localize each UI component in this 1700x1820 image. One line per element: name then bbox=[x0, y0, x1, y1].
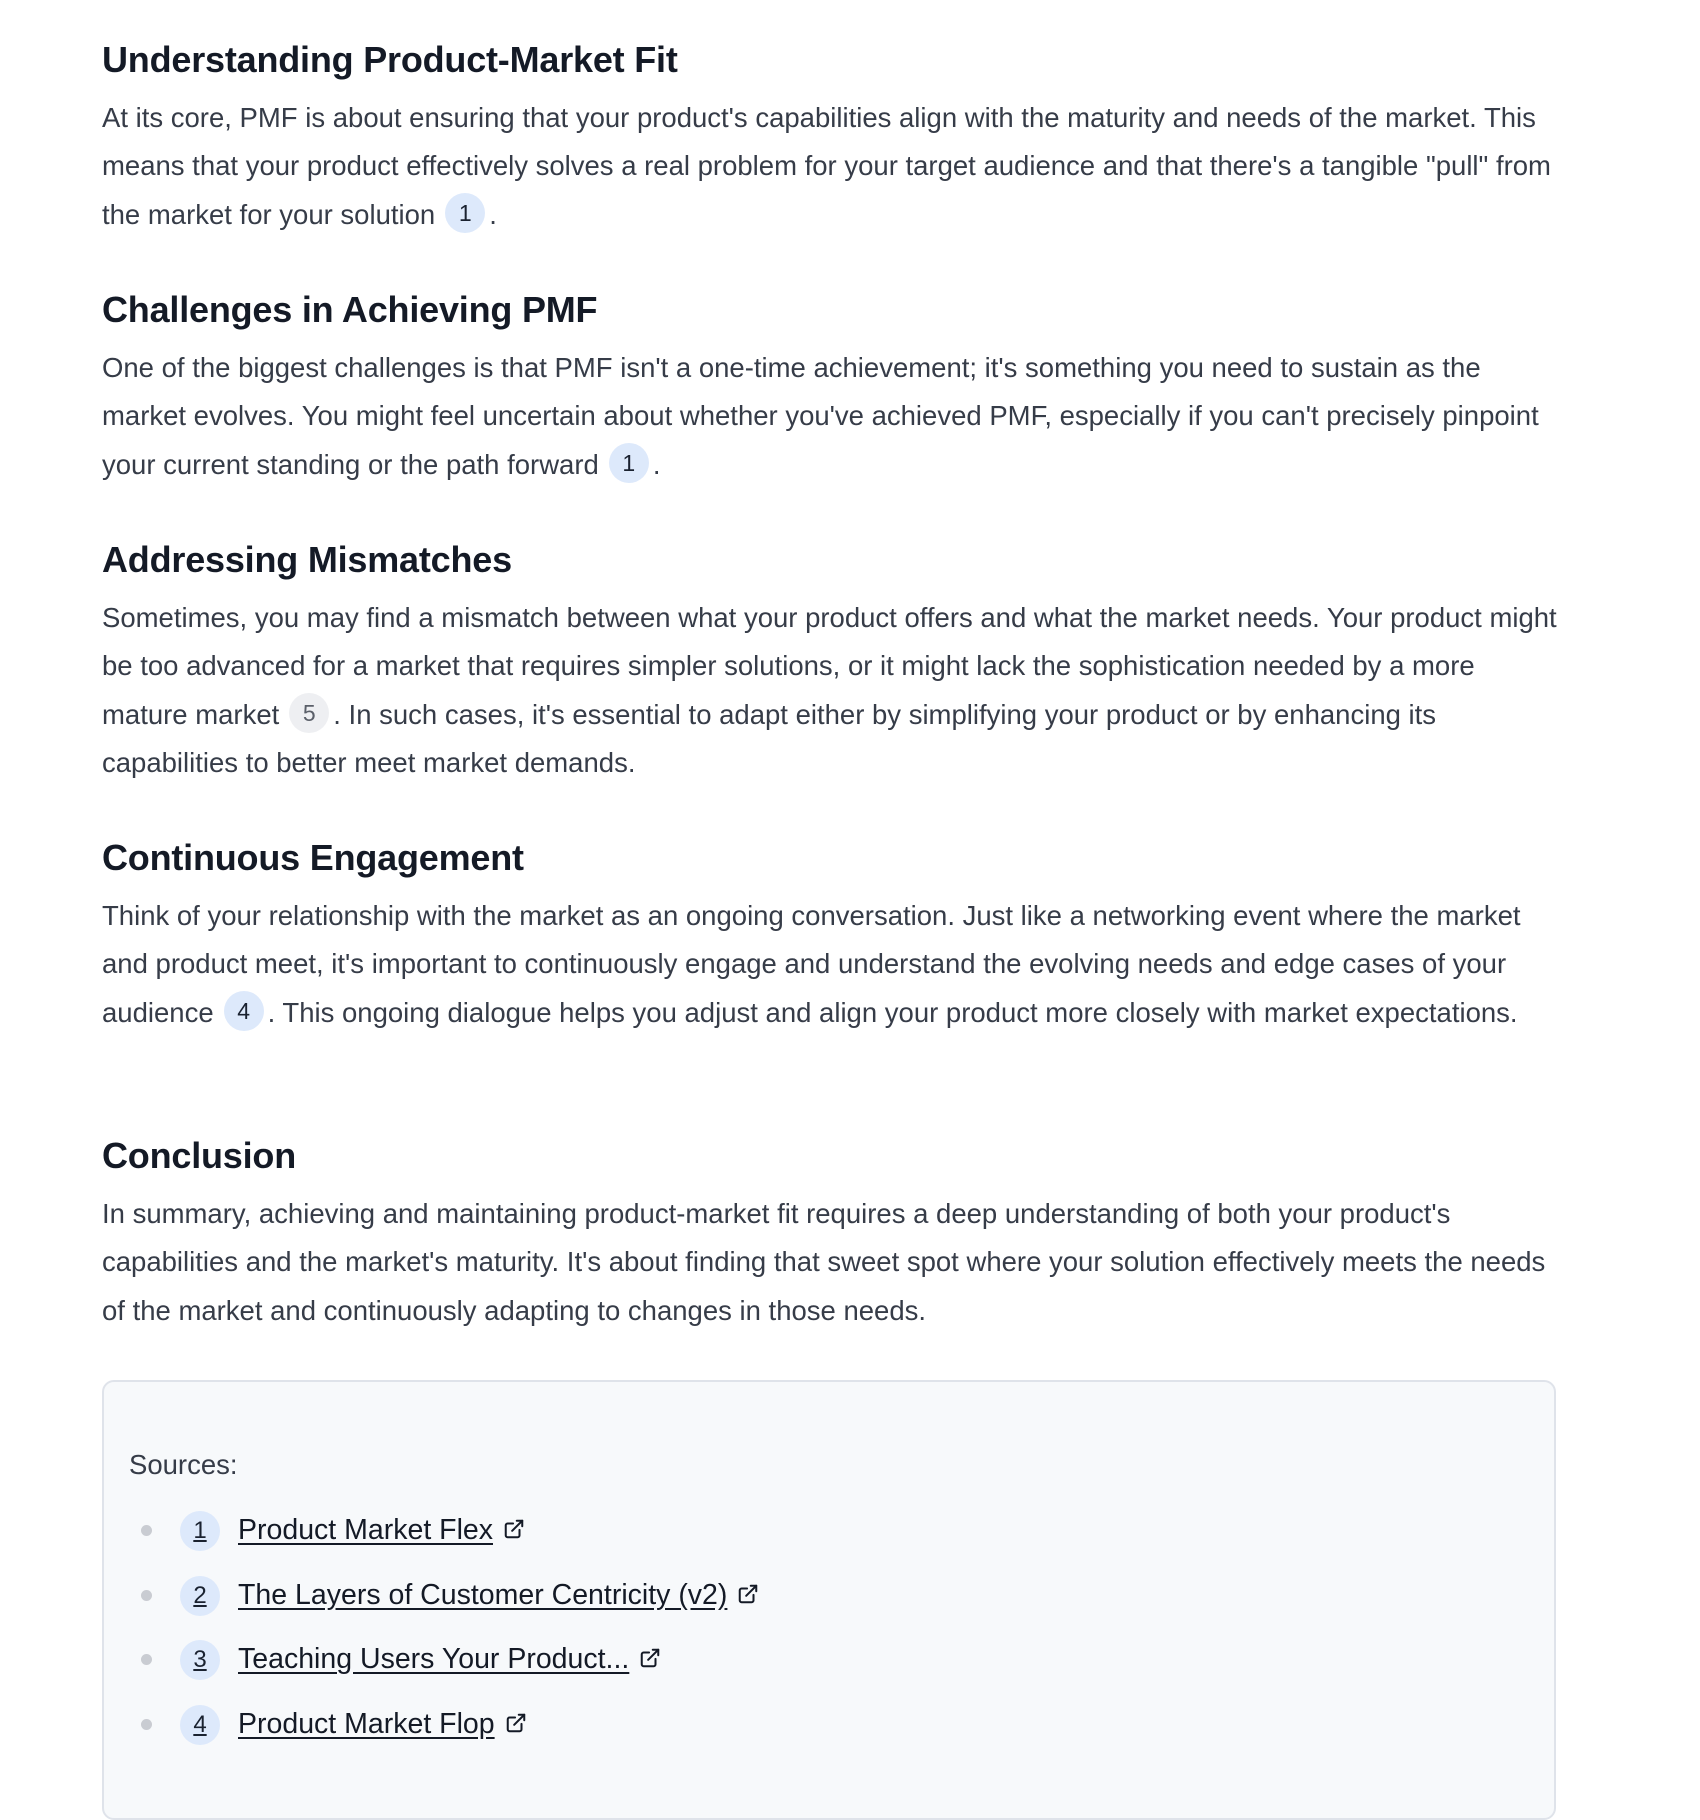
external-link-icon[interactable] bbox=[639, 1647, 661, 1669]
source-number-badge[interactable]: 2 bbox=[180, 1575, 220, 1616]
section-heading-challenges: Challenges in Achieving PMF bbox=[102, 289, 598, 330]
section-paragraph-conclusion: In summary, achieving and maintaining pr… bbox=[102, 1198, 1546, 1326]
bullet-dot bbox=[141, 1718, 152, 1730]
source-title[interactable]: Product Market Flop bbox=[238, 1704, 495, 1744]
source-link[interactable]: Teaching Users Your Product... bbox=[238, 1639, 661, 1679]
bullet-dot bbox=[141, 1654, 152, 1666]
section-paragraph-challenges: One of the biggest challenges is that PM… bbox=[102, 344, 1562, 489]
sources-label: Sources: bbox=[129, 1449, 238, 1480]
source-title[interactable]: Teaching Users Your Product... bbox=[238, 1639, 629, 1679]
source-item: 1 Product Market Flex bbox=[104, 1501, 1554, 1566]
paragraph-text: . This ongoing dialogue helps you adjust… bbox=[267, 996, 1518, 1028]
section-heading-mismatches: Addressing Mismatches bbox=[102, 539, 512, 580]
citation-badge[interactable]: 1 bbox=[608, 443, 649, 484]
paragraph-text: At its core, PMF is about ensuring that … bbox=[102, 102, 1551, 230]
paragraph-text: One of the biggest challenges is that PM… bbox=[102, 352, 1539, 480]
source-link[interactable]: Product Market Flop bbox=[238, 1704, 527, 1744]
section-paragraph-mismatches: Sometimes, you may find a mismatch betwe… bbox=[102, 594, 1562, 787]
source-link[interactable]: Product Market Flex bbox=[238, 1510, 525, 1550]
citation-badge[interactable]: 5 bbox=[289, 693, 330, 734]
section-paragraph-understanding-pmf: At its core, PMF is about ensuring that … bbox=[102, 94, 1562, 239]
external-link-icon[interactable] bbox=[503, 1518, 525, 1540]
source-title[interactable]: Product Market Flex bbox=[238, 1510, 493, 1550]
section-heading-engagement: Continuous Engagement bbox=[102, 837, 524, 878]
source-item: 2 The Layers of Customer Centricity (v2) bbox=[104, 1566, 1554, 1631]
paragraph-text: . bbox=[489, 198, 497, 230]
section-heading-conclusion: Conclusion bbox=[102, 1135, 296, 1176]
source-number-badge[interactable]: 1 bbox=[180, 1511, 220, 1552]
citation-badge[interactable]: 4 bbox=[223, 991, 264, 1032]
sources-panel: Sources: 1 Product Market Flex 2 The Lay… bbox=[102, 1380, 1556, 1820]
bullet-dot bbox=[141, 1589, 152, 1601]
source-item: 3 Teaching Users Your Product... bbox=[104, 1630, 1554, 1695]
paragraph-text: . bbox=[652, 448, 661, 480]
section-paragraph-engagement: Think of your relationship with the mark… bbox=[102, 892, 1562, 1037]
sources-list: 1 Product Market Flex 2 The Layers of Cu… bbox=[104, 1501, 1554, 1759]
source-title[interactable]: The Layers of Customer Centricity (v2) bbox=[238, 1575, 727, 1615]
source-item: 4 Product Market Flop bbox=[104, 1695, 1554, 1760]
external-link-icon[interactable] bbox=[737, 1583, 759, 1605]
source-number-badge[interactable]: 4 bbox=[180, 1704, 220, 1745]
bullet-dot bbox=[141, 1525, 152, 1537]
source-link[interactable]: The Layers of Customer Centricity (v2) bbox=[238, 1575, 759, 1615]
external-link-icon[interactable] bbox=[505, 1712, 527, 1734]
section-heading-understanding-pmf: Understanding Product-Market Fit bbox=[102, 39, 678, 80]
source-number-badge[interactable]: 3 bbox=[180, 1640, 220, 1681]
citation-badge[interactable]: 1 bbox=[445, 193, 486, 234]
